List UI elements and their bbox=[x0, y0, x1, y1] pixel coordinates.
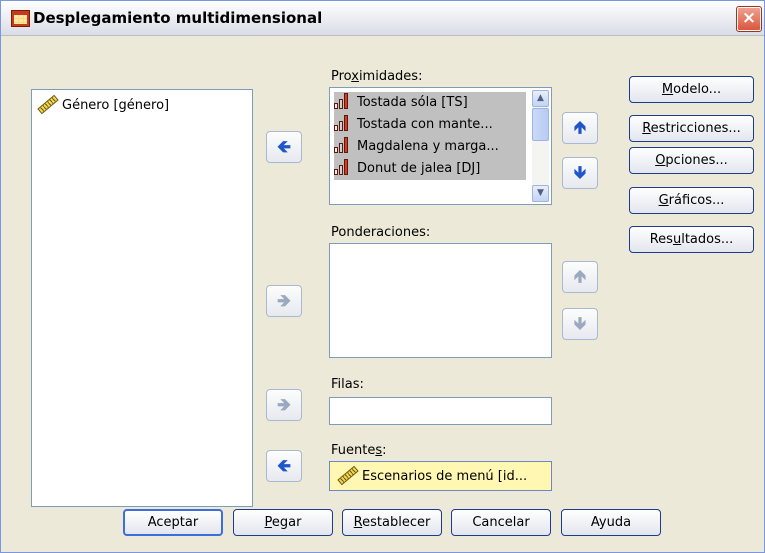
list-item[interactable]: Género [género] bbox=[36, 94, 169, 116]
aceptar-button[interactable]: Aceptar bbox=[123, 509, 223, 536]
graficos-button[interactable]: Gráficos... bbox=[629, 187, 754, 214]
move-proximidades-up-button[interactable]: 🡹 bbox=[562, 112, 598, 144]
list-item[interactable]: Escenarios de menú [id... bbox=[336, 465, 527, 487]
move-to-ponderaciones-button[interactable]: 🡺 bbox=[266, 285, 302, 317]
move-ponderaciones-down-button[interactable]: 🡻 bbox=[562, 308, 598, 340]
filas-field[interactable] bbox=[329, 397, 552, 425]
list-item[interactable]: Tostada con mante... bbox=[334, 114, 526, 136]
move-ponderaciones-up-button[interactable]: 🡹 bbox=[562, 261, 598, 293]
scroll-down-icon[interactable]: ▼ bbox=[532, 185, 549, 202]
vertical-scrollbar[interactable]: ▲ ▼ bbox=[532, 90, 549, 202]
resultados-button[interactable]: Resultados... bbox=[629, 226, 754, 253]
scroll-thumb[interactable] bbox=[532, 108, 549, 141]
move-to-filas-button[interactable]: 🡺 bbox=[266, 389, 302, 421]
close-button[interactable]: × bbox=[736, 6, 762, 32]
list-item[interactable]: Tostada sóla [TS] bbox=[334, 92, 526, 114]
ruler-icon bbox=[36, 94, 56, 112]
move-to-proximidades-button[interactable]: 🡸 bbox=[266, 131, 302, 163]
modelo-button[interactable]: Modelo... bbox=[629, 76, 754, 103]
ponderaciones-label: Ponderaciones: bbox=[331, 225, 431, 240]
ruler-icon bbox=[336, 465, 356, 483]
move-to-fuentes-button[interactable]: 🡸 bbox=[266, 450, 302, 482]
bar-chart-icon bbox=[334, 93, 352, 109]
filas-label: Filas: bbox=[331, 377, 364, 392]
scroll-up-icon[interactable]: ▲ bbox=[532, 90, 549, 107]
list-item-label: Género [género] bbox=[62, 98, 170, 113]
proximidades-list[interactable]: Tostada sóla [TS] Tostada con mante... M… bbox=[329, 87, 552, 205]
ayuda-button[interactable]: Ayuda bbox=[561, 509, 661, 536]
ponderaciones-list[interactable] bbox=[329, 243, 552, 358]
list-item[interactable]: Magdalena y marga... bbox=[334, 136, 526, 158]
spss-app-icon bbox=[11, 10, 30, 27]
bar-chart-icon bbox=[334, 159, 352, 175]
opciones-button[interactable]: Opciones... bbox=[629, 147, 754, 174]
fuentes-field[interactable]: Escenarios de menú [id... bbox=[329, 461, 552, 491]
window-title: Desplegamiento multidimensional bbox=[33, 9, 323, 27]
title-bar[interactable]: Desplegamiento multidimensional × bbox=[1, 1, 764, 36]
cancelar-button[interactable]: Cancelar bbox=[451, 509, 551, 536]
pegar-button[interactable]: Pegar bbox=[233, 509, 333, 536]
move-proximidades-down-button[interactable]: 🡻 bbox=[562, 157, 598, 189]
bar-chart-icon bbox=[334, 137, 352, 153]
source-variable-list[interactable]: Género [género] bbox=[31, 89, 253, 507]
proximidades-label: Proximidades: bbox=[331, 69, 423, 84]
bar-chart-icon bbox=[334, 115, 352, 131]
fuentes-label: Fuentes: bbox=[331, 443, 387, 458]
restablecer-button[interactable]: Restablecer bbox=[342, 509, 442, 536]
list-item[interactable]: Donut de jalea [DJ] bbox=[334, 158, 526, 180]
restricciones-button[interactable]: Restricciones... bbox=[629, 115, 754, 142]
dialog-window: Desplegamiento multidimensional × Género… bbox=[0, 0, 765, 553]
